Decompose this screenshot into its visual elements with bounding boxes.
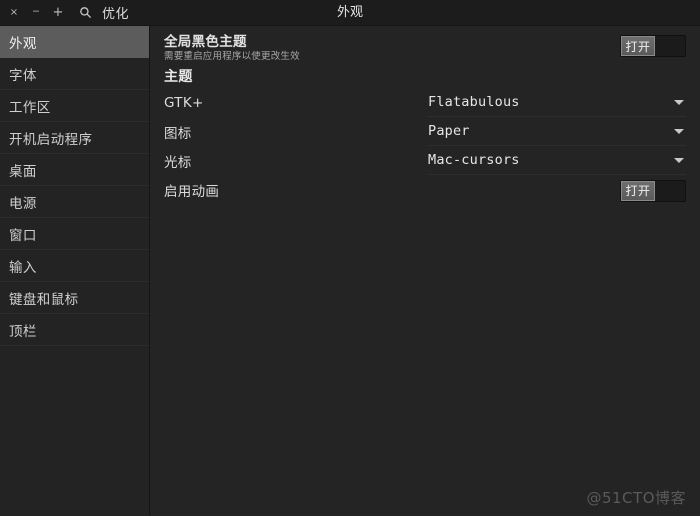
tweak-tool-window: × ‒ + 优化 外观 外观 字体 工作区 开机启动程序 桌面 电源 窗口 输入… [0,0,700,516]
chevron-down-icon [674,129,684,134]
icon-theme-value: Paper [428,123,470,139]
global-dark-theme-label: 全局黑色主题 [164,34,247,50]
sidebar-item-workspaces[interactable]: 工作区 [0,90,149,122]
sidebar: 外观 字体 工作区 开机启动程序 桌面 电源 窗口 输入 键盘和鼠标 顶栏 [0,26,150,516]
global-dark-theme-text: 全局黑色主题 需要重启应用程序以使更改生效 [164,34,620,63]
section-header-theme: 主题 [164,69,193,85]
maximize-button[interactable]: + [47,3,69,23]
sidebar-item-keyboard-and-mouse[interactable]: 键盘和鼠标 [0,282,149,314]
sidebar-item-power[interactable]: 电源 [0,186,149,218]
icon-theme-dropdown[interactable]: Paper [428,118,686,146]
global-dark-theme-switch[interactable]: 打开 [620,35,686,57]
search-icon[interactable] [75,3,95,23]
sidebar-item-typing[interactable]: 输入 [0,250,149,282]
cursor-theme-row: 光标 Mac-cursors [164,146,686,175]
minimize-button[interactable]: ‒ [25,0,47,25]
sidebar-item-desktop[interactable]: 桌面 [0,154,149,186]
enable-animations-switch[interactable]: 打开 [620,179,686,202]
close-button[interactable]: × [3,3,25,23]
settings-panel: 全局黑色主题 需要重启应用程序以使更改生效 打开 主题 GTK+ Flatabu… [150,26,700,516]
global-dark-theme-description: 需要重启应用程序以使更改生效 [164,51,300,62]
titlebar: × ‒ + 优化 外观 [0,0,700,26]
chevron-down-icon [674,100,684,105]
window-controls: × ‒ + [0,0,69,25]
sidebar-item-top-bar[interactable]: 顶栏 [0,314,149,346]
sidebar-item-startup-applications[interactable]: 开机启动程序 [0,122,149,154]
switch-knob: 打开 [621,180,655,201]
enable-animations-row: 启用动画 打开 [164,175,686,205]
gtk-theme-label: GTK+ [164,94,204,111]
sidebar-item-appearance[interactable]: 外观 [0,26,149,58]
icon-theme-label: 图标 [164,125,192,142]
app-title: 优化 [102,7,130,22]
gtk-theme-row: GTK+ Flatabulous [164,88,686,117]
gtk-theme-value: Flatabulous [428,94,520,110]
sidebar-item-fonts[interactable]: 字体 [0,58,149,90]
gtk-theme-dropdown[interactable]: Flatabulous [428,89,686,117]
switch-knob: 打开 [621,36,655,56]
cursor-theme-dropdown[interactable]: Mac-cursors [428,147,686,175]
sidebar-item-windows[interactable]: 窗口 [0,218,149,250]
global-dark-theme-row: 全局黑色主题 需要重启应用程序以使更改生效 打开 [164,26,686,62]
icon-theme-row: 图标 Paper [164,117,686,146]
chevron-down-icon [674,158,684,163]
cursor-theme-value: Mac-cursors [428,152,520,168]
window-body: 外观 字体 工作区 开机启动程序 桌面 电源 窗口 输入 键盘和鼠标 顶栏 全局… [0,26,700,516]
enable-animations-label: 启用动画 [164,184,220,200]
watermark: @51CTO博客 [586,489,686,507]
cursor-theme-label: 光标 [164,154,192,171]
